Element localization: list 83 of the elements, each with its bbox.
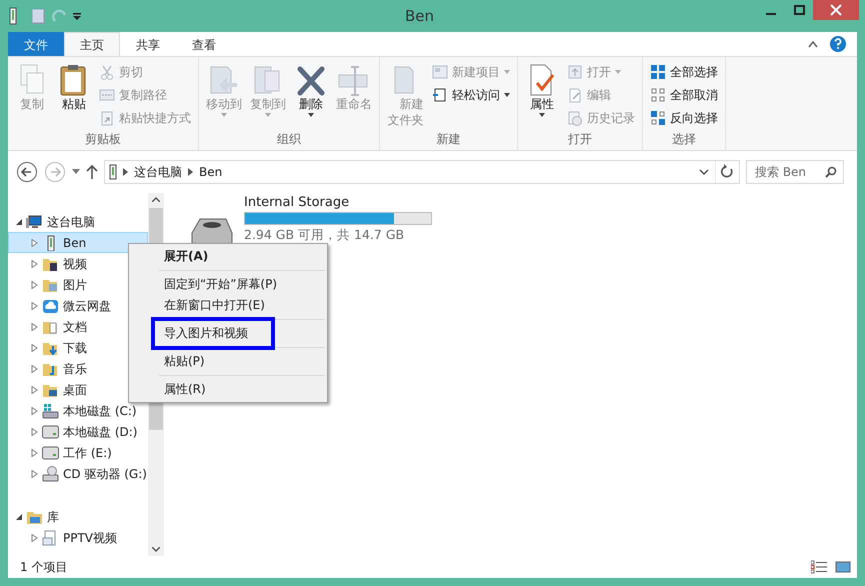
storage-reading: 2.94 GB 可用，共 14.7 GB bbox=[244, 227, 406, 243]
drive-icon bbox=[42, 402, 59, 418]
close-icon bbox=[830, 4, 842, 16]
maximize-icon bbox=[794, 5, 804, 15]
scissors-icon bbox=[99, 64, 115, 80]
collapsed-arrow-icon bbox=[31, 238, 38, 246]
dropdown-icon[interactable] bbox=[699, 168, 709, 176]
search-field[interactable]: 搜索 Ben bbox=[746, 160, 844, 184]
device-icon[interactable] bbox=[8, 7, 18, 25]
open-icon bbox=[567, 64, 584, 80]
computer-icon bbox=[26, 214, 43, 230]
group-label: 组织 bbox=[276, 131, 302, 148]
drive-icon bbox=[42, 424, 59, 440]
chevron-icon bbox=[123, 168, 128, 176]
scroll-down-icon bbox=[152, 547, 160, 552]
breadcrumb[interactable]: Ben bbox=[199, 163, 222, 181]
tree-item[interactable]: 工作 (E:) bbox=[8, 442, 148, 463]
ribbon-button[interactable]: 粘贴 bbox=[54, 61, 94, 130]
ribbon-tab[interactable]: 主页 bbox=[64, 32, 120, 57]
select-none-icon bbox=[650, 87, 666, 103]
expanded-arrow-icon bbox=[15, 218, 22, 226]
chevron-icon bbox=[188, 168, 193, 176]
cloud-icon bbox=[42, 298, 59, 314]
group-label: 剪贴板 bbox=[84, 131, 122, 148]
up-icon[interactable] bbox=[86, 164, 98, 180]
document-icon bbox=[432, 87, 448, 103]
collapsed-arrow-icon bbox=[31, 302, 38, 310]
tree-item[interactable]: CD 驱动器 (G:) bbox=[8, 463, 148, 484]
close-button[interactable] bbox=[813, 0, 859, 20]
tree-item[interactable]: 这台电脑 bbox=[8, 211, 148, 232]
new-item-icon bbox=[432, 64, 448, 80]
collapsed-arrow-icon bbox=[31, 280, 38, 288]
collapsed-arrow-icon bbox=[31, 364, 38, 372]
shortcut-icon bbox=[99, 110, 115, 126]
collapsed-arrow-icon bbox=[31, 470, 38, 478]
address-bar[interactable]: 这台电脑 Ben bbox=[104, 160, 740, 184]
group-label: 选择 bbox=[671, 131, 698, 148]
ribbon-tab[interactable]: 查看 bbox=[176, 32, 232, 56]
drive-name: Internal Storage bbox=[244, 195, 350, 212]
ribbon-tab[interactable]: 共享 bbox=[120, 32, 176, 56]
ribbon-button[interactable]: 全部选择 bbox=[647, 61, 722, 83]
path-icon bbox=[99, 87, 115, 103]
history-icon bbox=[567, 110, 584, 126]
expanded-arrow-icon bbox=[15, 512, 22, 520]
group-label: 新建 bbox=[436, 131, 462, 148]
ribbon-button[interactable]: 删除 bbox=[291, 61, 331, 130]
collapsed-arrow-icon bbox=[31, 344, 38, 352]
tree-item[interactable]: 本地磁盘 (D:) bbox=[8, 421, 148, 442]
minimize-icon bbox=[766, 13, 776, 15]
tree-item[interactable]: 库 bbox=[8, 506, 148, 527]
file-menu-tab[interactable]: 文件 bbox=[8, 32, 64, 56]
menu-item[interactable]: 导入图片和视频 bbox=[151, 317, 275, 350]
cd-drive-icon bbox=[42, 466, 59, 482]
scroll-up-icon bbox=[152, 197, 160, 202]
tree-item[interactable]: 本地磁盘 (C:) bbox=[8, 400, 148, 421]
tree-item[interactable]: PPTV视频 bbox=[8, 527, 148, 548]
collapsed-arrow-icon bbox=[31, 322, 38, 330]
dropdown-icon[interactable] bbox=[72, 169, 80, 175]
ribbon-button[interactable]: 轻松访问 bbox=[429, 84, 514, 106]
tree-item[interactable]: Ben bbox=[8, 232, 148, 253]
back-icon[interactable] bbox=[16, 161, 38, 183]
breadcrumb[interactable]: 这台电脑 bbox=[134, 163, 182, 181]
large-icons-view-icon[interactable] bbox=[835, 560, 851, 574]
collapsed-arrow-icon bbox=[31, 448, 38, 456]
device-icon bbox=[109, 164, 117, 180]
status-text: 1 个项目 bbox=[20, 559, 68, 576]
ribbon-button[interactable]: 反向选择 bbox=[647, 107, 722, 129]
select-all-icon bbox=[650, 64, 666, 80]
window-title: Ben bbox=[404, 6, 436, 27]
edit-icon bbox=[567, 87, 584, 103]
collapsed-arrow-icon bbox=[31, 406, 38, 414]
collapsed-arrow-icon bbox=[31, 386, 38, 394]
ribbon-button[interactable]: 全部取消 bbox=[647, 84, 722, 106]
tree-item[interactable]: 文档 bbox=[8, 316, 148, 337]
collapsed-arrow-icon bbox=[31, 428, 38, 436]
group-label: 打开 bbox=[567, 131, 594, 148]
details-view-icon[interactable] bbox=[811, 560, 827, 574]
collapsed-arrow-icon bbox=[31, 534, 38, 542]
drive-icon bbox=[42, 444, 59, 460]
collapsed-arrow-icon bbox=[31, 260, 38, 268]
ribbon-button[interactable]: 属性 bbox=[522, 61, 562, 130]
search-icon[interactable] bbox=[825, 166, 837, 178]
invert-selection-icon bbox=[650, 110, 666, 126]
